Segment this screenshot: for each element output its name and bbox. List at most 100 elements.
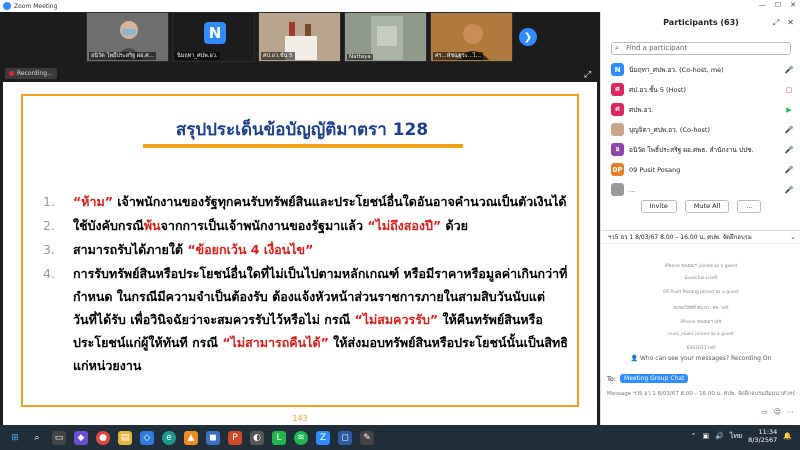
chevron-up-icon[interactable]: ⌃ bbox=[691, 432, 697, 440]
window-title: Zoom Meeting bbox=[14, 2, 58, 10]
participants-header: Participants (63) bbox=[663, 18, 739, 27]
list-item-number: 4. bbox=[43, 266, 55, 281]
thumbnail-name: อนิวัต โพธิ์ประสริฐ ผอ.ศ... bbox=[89, 52, 156, 60]
file-icon[interactable]: ▭ bbox=[761, 408, 768, 416]
vlc-icon[interactable]: ▲ bbox=[184, 430, 198, 445]
spotify-icon[interactable]: ≋ bbox=[294, 430, 308, 445]
copilot-icon[interactable]: ◆ bbox=[74, 430, 88, 445]
chat-visibility-notice[interactable]: 👤 Who can see your messages? Recording O… bbox=[601, 355, 800, 362]
maximize-icon[interactable]: ☐ bbox=[775, 1, 781, 9]
app-icon[interactable]: ✎ bbox=[360, 430, 374, 445]
notifications-icon[interactable]: 🔔 bbox=[783, 432, 792, 440]
text-segment: กำหนด ในกรณีมีความจำเป็นต้องรับ ต้องแจ้ง… bbox=[73, 289, 545, 304]
text-segment: ให้คืนทรัพย์สินหรือ bbox=[438, 312, 543, 327]
to-label: To: bbox=[607, 374, 617, 383]
list-item-line: ใช้บังคับกรณีพ้นจากการเป็นเจ้าพนักงานของ… bbox=[73, 216, 468, 236]
recording-label: Recording... bbox=[17, 70, 53, 77]
video-thumbnail[interactable]: อนิวัต โพธิ์ประสริฐ ผอ.ศ... bbox=[86, 12, 169, 62]
video-thumbnail[interactable]: ศร...พัชฌุฐระ...ไ... bbox=[430, 12, 513, 62]
emoji-icon[interactable]: ☺ bbox=[774, 408, 781, 416]
next-thumbnails-button[interactable]: ❯ bbox=[519, 28, 537, 46]
chat-message-input[interactable]: Message ฯว5 อว 1 8/03/67 8.00 – 16.00 น.… bbox=[607, 390, 795, 398]
participant-name: ศปพ.อว. bbox=[629, 105, 654, 114]
recording-indicator[interactable]: Recording... bbox=[5, 68, 57, 79]
volume-icon[interactable]: 🔊 bbox=[715, 432, 724, 440]
participant-name: บุญจิตา_ศปพ.อว. (Co-host) bbox=[629, 125, 710, 134]
search-icon[interactable]: ⌕ bbox=[30, 431, 44, 445]
recording-dot-icon bbox=[9, 71, 14, 76]
participant-row[interactable]: N นิ่มฤทา_ศปพ.อว. (Co-host, me) 🎤 bbox=[611, 62, 795, 77]
windows-start-icon[interactable]: ⊞ bbox=[8, 431, 22, 445]
video-thumbnail[interactable]: ศป.อว.ชั้น 5 bbox=[258, 12, 341, 62]
text-segment: เจ้าพนักงานของรัฐทุกคนรับทรัพย์สินและประ… bbox=[112, 194, 567, 209]
thumbnail-name: ศป.อว.ชั้น 5 bbox=[261, 52, 295, 60]
fullscreen-icon[interactable]: ⤢ bbox=[584, 70, 591, 80]
room-scene-icon bbox=[371, 16, 403, 60]
shared-screen-slide: สรุปประเด็นข้อบัญญัติมาตรา 128 1. “ห้าม” … bbox=[3, 82, 597, 425]
more-icon[interactable]: ⋯ bbox=[787, 408, 794, 416]
chat-title: ฯว5 อว 1 8/03/67 8.00 – 16.00 น. ศปพ. จั… bbox=[601, 230, 800, 244]
participants-panel: Participants (63) ⤢ ✕ ⌕ Find a participa… bbox=[600, 12, 800, 425]
video-thumbnail[interactable]: Nattaya bbox=[344, 12, 427, 62]
line-icon[interactable]: L bbox=[272, 430, 286, 445]
popout-icon[interactable]: ⤢ bbox=[773, 18, 779, 28]
language-indicator[interactable]: ไทย bbox=[730, 431, 742, 442]
close-icon[interactable]: ✕ bbox=[790, 1, 796, 9]
slide-title: สรุปประเด็นข้อบัญญัติมาตรา 128 bbox=[175, 120, 429, 140]
mute-all-button[interactable]: Mute All bbox=[684, 200, 730, 213]
chrome-icon[interactable]: ● bbox=[96, 430, 110, 445]
participant-row[interactable]: ... 🎤 bbox=[611, 182, 795, 197]
list-item-line: สามารถรับได้ภายใต้ “ข้อยกเว้น 4 เงื่อนไข… bbox=[73, 240, 313, 260]
dropbox-icon[interactable]: ◇ bbox=[140, 430, 154, 445]
thumbnail-name: นิ่มฤทา_ศปพ.อว. bbox=[175, 52, 220, 60]
participant-search-input[interactable]: ⌕ Find a participant bbox=[611, 42, 791, 55]
video-off-icon[interactable]: ▢ bbox=[783, 86, 795, 94]
more-options-button[interactable]: ... bbox=[737, 200, 762, 213]
search-placeholder: Find a participant bbox=[626, 44, 688, 52]
participant-row[interactable]: ศ ศปพ.อว. ▶ bbox=[611, 102, 795, 117]
system-tray: ⌃ ▣ 🔊 ไทย 11:34 8/3/2567 🔔 bbox=[691, 428, 792, 444]
clock[interactable]: 11:34 8/3/2567 bbox=[748, 428, 777, 444]
participant-row[interactable]: ศ ศป.อว.ชั้น 5 (Host) ▢ bbox=[611, 82, 795, 97]
emphasis-text: “ห้าม” bbox=[73, 194, 113, 209]
text-segment: วันที่ได้รับ เพื่อวินิจฉัยว่าจะสมควรรับไ… bbox=[73, 312, 355, 327]
thumbnail-name: ศร...พัชฌุฐระ...ไ... bbox=[433, 52, 483, 60]
emphasis-text: พ้น bbox=[143, 218, 161, 233]
edge-icon[interactable]: e bbox=[162, 430, 176, 445]
chat-system-message: iPhone ของผมฯ left bbox=[680, 320, 722, 325]
task-view-icon[interactable]: ▭ bbox=[52, 430, 66, 445]
mic-icon[interactable]: 🎤 bbox=[783, 146, 795, 154]
store-icon[interactable]: ◼ bbox=[206, 430, 220, 445]
text-segment: การรับทรัพย์สินหรือประโยชน์อื่นใดที่ไม่เ… bbox=[73, 266, 568, 281]
file-explorer-icon[interactable]: ▤ bbox=[118, 430, 132, 445]
clock-date: 8/3/2567 bbox=[748, 436, 778, 444]
mic-muted-icon[interactable]: 🎤 bbox=[783, 186, 795, 194]
list-item-line: กำหนด ในกรณีมีความจำเป็นต้องรับ ต้องแจ้ง… bbox=[73, 287, 545, 307]
zoom-logo-icon bbox=[3, 2, 11, 10]
zoom-icon[interactable]: Z bbox=[316, 430, 330, 445]
chat-system-message: 6062011 left bbox=[686, 346, 716, 351]
search-icon: ⌕ bbox=[615, 44, 619, 52]
list-item-line: วันที่ได้รับ เพื่อวินิจฉัยว่าจะสมควรรับไ… bbox=[73, 310, 543, 330]
network-icon[interactable]: ▣ bbox=[702, 432, 709, 440]
close-panel-icon[interactable]: ✕ bbox=[787, 18, 794, 28]
mic-icon[interactable]: 🎤 bbox=[783, 126, 795, 134]
list-item-line: “ห้าม” เจ้าพนักงานของรัฐทุกคนรับทรัพย์สิ… bbox=[73, 192, 567, 212]
app-icon[interactable]: ◐ bbox=[250, 430, 264, 445]
chat-system-message: iPhone ของผมฯ joined as a guest bbox=[664, 264, 738, 269]
thumbnail-name: Nattaya bbox=[347, 54, 373, 60]
video-thumbnail[interactable]: N นิ่มฤทา_ศปพ.อว. bbox=[172, 12, 255, 62]
participant-row[interactable]: บุญจิตา_ศปพ.อว. (Co-host) 🎤 bbox=[611, 122, 795, 137]
chevron-down-icon[interactable]: ⌄ bbox=[790, 230, 796, 244]
video-on-icon[interactable]: ▶ bbox=[783, 106, 795, 114]
participant-row[interactable]: 0P 09 Pusit Posang 🎤 bbox=[611, 162, 795, 177]
minimize-icon[interactable]: — bbox=[759, 1, 766, 9]
mic-muted-icon[interactable]: 🎤 bbox=[783, 166, 795, 174]
recipient-select[interactable]: Meeting Group Chat bbox=[620, 374, 689, 383]
slide-frame: สรุปประเด็นข้อบัญญัติมาตรา 128 1. “ห้าม” … bbox=[21, 94, 579, 407]
mic-muted-icon[interactable]: 🎤 bbox=[783, 66, 795, 74]
participant-row[interactable]: อ อนิวัต โพธิ์ประสริฐ ผอ.ศพธ. สำนักงาน ปป… bbox=[611, 142, 795, 157]
invite-button[interactable]: Invite bbox=[640, 200, 677, 213]
app-icon[interactable]: ◻ bbox=[338, 430, 352, 445]
powerpoint-icon[interactable]: P bbox=[228, 430, 242, 445]
